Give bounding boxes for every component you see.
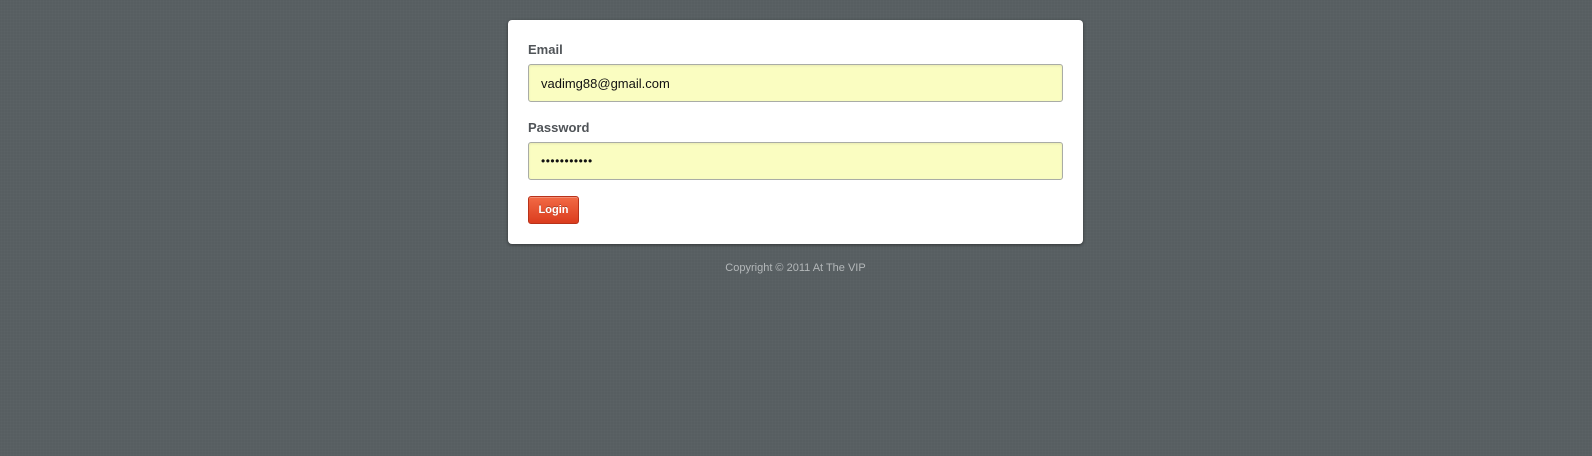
- login-button[interactable]: Login: [528, 196, 579, 224]
- password-field[interactable]: [528, 142, 1063, 180]
- password-label: Password: [528, 120, 590, 135]
- login-form: Email Password Login: [508, 20, 1083, 244]
- copyright-text: Copyright © 2011 At The VIP: [725, 262, 866, 274]
- email-field[interactable]: [528, 64, 1063, 102]
- email-label: Email: [528, 42, 563, 57]
- page-background: Email Password Login Copyright © 2011 At…: [0, 0, 1592, 456]
